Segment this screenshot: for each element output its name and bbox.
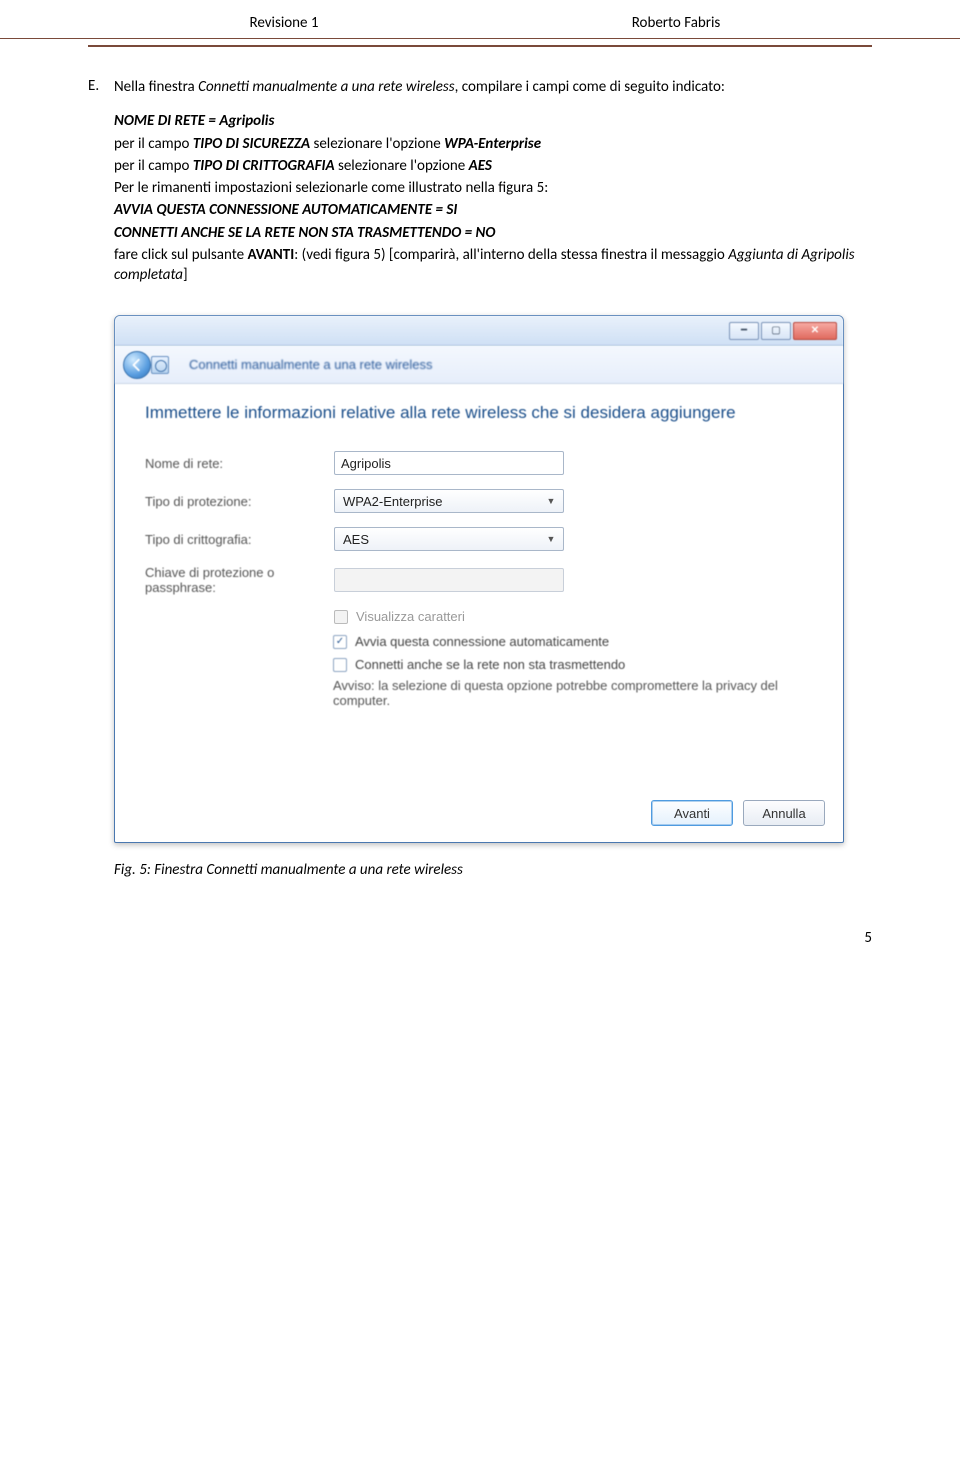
tipo-crit-label: TIPO DI CRITTOGRAFIA: [193, 157, 335, 175]
navbar: Connetti manualmente a una rete wireless: [115, 346, 843, 384]
encryption-type-value: AES: [343, 532, 369, 547]
show-characters-row: Visualizza caratteri: [334, 609, 813, 624]
encryption-type-dropdown[interactable]: AES ▼: [334, 527, 564, 551]
auto-connect-checkbox[interactable]: ✓: [333, 635, 347, 649]
back-button[interactable]: [123, 351, 151, 379]
maximize-button[interactable]: ▢: [761, 322, 791, 340]
tipo-crit-pre: per il campo: [114, 157, 193, 175]
page-header: Revisione 1 Roberto Fabris: [0, 0, 960, 39]
nav-title: Connetti manualmente a una rete wireless: [189, 357, 433, 372]
figure-caption: Fig. 5: Finestra Connetti manualmente a …: [114, 861, 872, 879]
rimanenti-line: Per le rimanenti impostazioni selezionar…: [114, 178, 872, 198]
next-button[interactable]: Avanti: [651, 800, 733, 826]
network-name-input[interactable]: [334, 451, 564, 475]
aes-val: AES: [469, 157, 492, 175]
show-characters-label: Visualizza caratteri: [356, 609, 465, 624]
label-protezione: Tipo di protezione:: [145, 494, 320, 509]
step-intro: Nella finestra Connetti manualmente a un…: [114, 77, 872, 97]
window-controls: ━ ▢ ✕: [729, 322, 837, 340]
step-details: NOME DI RETE = Agripolis per il campo TI…: [114, 111, 872, 285]
avvia-line: AVVIA QUESTA CONNESSIONE AUTOMATICAMENTE…: [114, 201, 457, 219]
connect-hidden-row[interactable]: Connetti anche se la rete non sta trasme…: [333, 657, 813, 672]
tipo-sic-sel: selezionare l'opzione: [310, 135, 444, 153]
security-type-value: WPA2-Enterprise: [343, 494, 442, 509]
dialog-footer: Avanti Annulla: [115, 788, 843, 842]
header-rule: [88, 45, 872, 47]
wpa-val: WPA-Enterprise: [444, 135, 541, 153]
step-e: E. Nella finestra Connetti manualmente a…: [88, 77, 872, 97]
step-letter: E.: [88, 77, 104, 97]
titlebar: ━ ▢ ✕: [115, 316, 843, 346]
tipo-sic-pre: per il campo: [114, 135, 193, 153]
nome-rete-line: NOME DI RETE = Agripolis: [114, 112, 274, 130]
form-grid: Nome di rete: Tipo di protezione: WPA2-E…: [145, 451, 813, 624]
dialog-heading: Immettere le informazioni relative alla …: [145, 402, 813, 425]
security-type-dropdown[interactable]: WPA2-Enterprise ▼: [334, 489, 564, 513]
auto-connect-row[interactable]: ✓ Avvia questa connessione automaticamen…: [333, 634, 813, 649]
arrow-left-icon: [130, 358, 144, 372]
fare-btn: AVANTI: [247, 246, 294, 264]
option-checks: ✓ Avvia questa connessione automaticamen…: [145, 634, 813, 672]
fare-end: ]: [183, 266, 188, 284]
intro-a: Nella finestra: [114, 78, 198, 96]
auto-connect-label: Avvia questa connessione automaticamente: [355, 634, 609, 649]
wireless-dialog-window: ━ ▢ ✕ Connetti manualmente a una rete wi…: [114, 315, 844, 843]
fare-mid: : (vedi figura 5) [comparirà, all'intern…: [294, 246, 728, 264]
wireless-icon: [151, 356, 169, 374]
close-button[interactable]: ✕: [793, 322, 837, 340]
show-characters-checkbox: [334, 610, 348, 624]
cancel-button[interactable]: Annulla: [743, 800, 825, 826]
connect-hidden-label: Connetti anche se la rete non sta trasme…: [355, 657, 625, 672]
header-right: Roberto Fabris: [480, 14, 872, 32]
security-key-input[interactable]: [334, 568, 564, 592]
header-left: Revisione 1: [88, 14, 480, 32]
tipo-sic-label: TIPO DI SICUREZZA: [193, 135, 310, 153]
chevron-down-icon: ▼: [543, 531, 559, 547]
label-critto: Tipo di crittografia:: [145, 532, 320, 547]
chevron-down-icon: ▼: [543, 493, 559, 509]
intro-c: , compilare i campi come di seguito indi…: [455, 78, 725, 96]
fare-pre: fare click sul pulsante: [114, 246, 247, 264]
privacy-warning: Avviso: la selezione di questa opzione p…: [333, 678, 813, 708]
minimize-button[interactable]: ━: [729, 322, 759, 340]
label-chiave: Chiave di protezione o passphrase:: [145, 565, 320, 595]
connect-hidden-checkbox[interactable]: [333, 658, 347, 672]
intro-b: Connetti manualmente a una rete wireless: [198, 78, 454, 96]
connetti-line: CONNETTI ANCHE SE LA RETE NON STA TRASME…: [114, 224, 495, 242]
label-nome: Nome di rete:: [145, 456, 320, 471]
dialog-body: Immettere le informazioni relative alla …: [115, 384, 843, 788]
content-area: E. Nella finestra Connetti manualmente a…: [0, 77, 960, 879]
tipo-crit-sel: selezionare l'opzione: [335, 157, 469, 175]
page-number: 5: [0, 879, 960, 947]
